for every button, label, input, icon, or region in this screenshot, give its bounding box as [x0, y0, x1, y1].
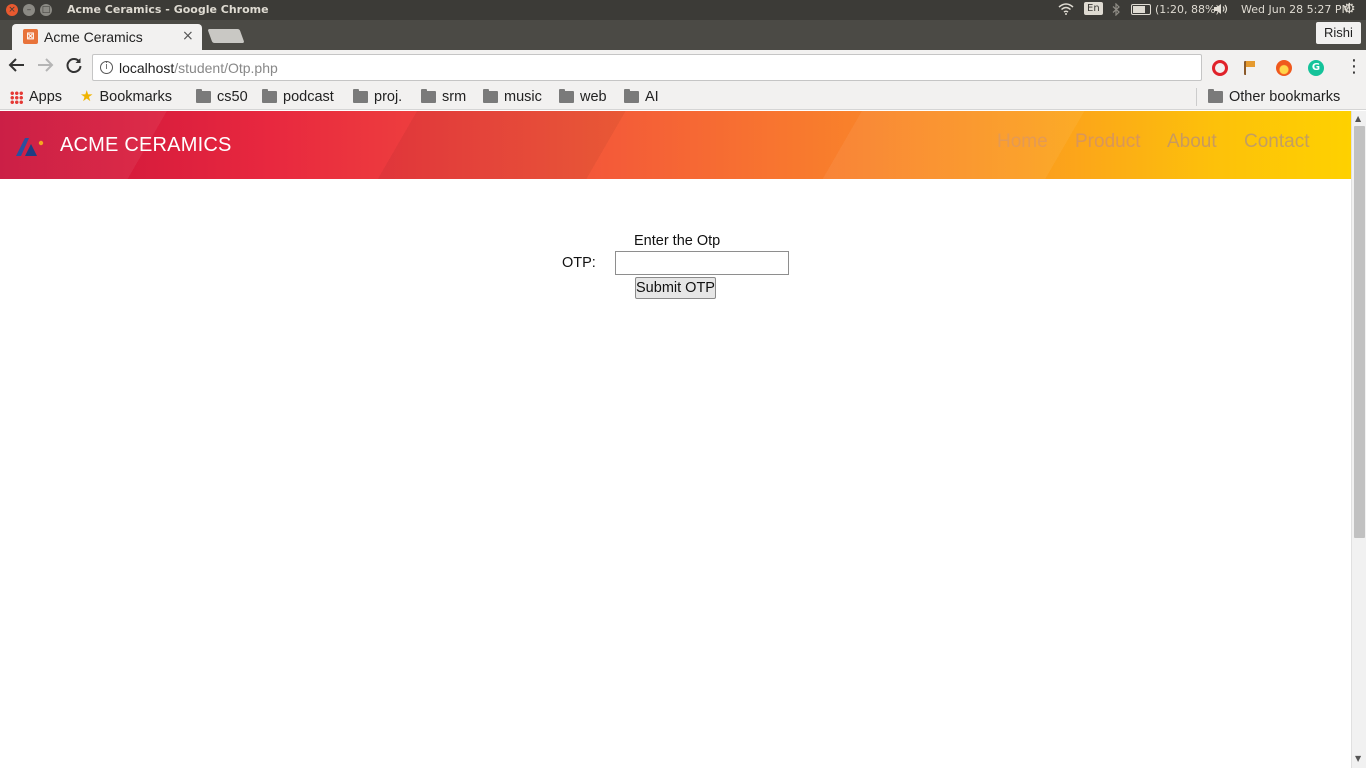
os-top-bar: × – □ Acme Ceramics - Google Chrome En (…	[0, 0, 1366, 20]
browser-toolbar: i localhost/student/Otp.php G ⋮	[0, 50, 1366, 85]
bookmarks-divider	[1196, 88, 1197, 106]
otp-heading: Enter the Otp	[634, 233, 721, 249]
grammarly-extension-icon[interactable]: G	[1308, 60, 1324, 76]
tab-strip: ⊠ Acme Ceramics × Rishi	[0, 20, 1366, 50]
arrow-right-icon[interactable]	[36, 56, 54, 79]
url-host: localhost	[119, 60, 175, 76]
close-icon[interactable]: ×	[182, 28, 194, 44]
folder-icon	[1208, 89, 1223, 104]
folder-icon	[353, 89, 368, 104]
scroll-up-icon[interactable]: ▲	[1355, 114, 1361, 123]
folder-icon	[421, 89, 436, 104]
fire-extension-icon[interactable]	[1276, 60, 1292, 76]
folder-icon	[624, 89, 639, 104]
tab-acme-ceramics[interactable]: ⊠ Acme Ceramics ×	[12, 24, 202, 50]
folder-icon	[559, 89, 574, 104]
clock[interactable]: Wed Jun 28 5:27 PM	[1241, 3, 1351, 16]
otp-input[interactable]	[615, 251, 789, 275]
tab-title: Acme Ceramics	[44, 29, 143, 45]
reload-icon[interactable]	[65, 56, 83, 79]
profile-button[interactable]: Rishi	[1316, 22, 1361, 44]
battery-icon[interactable]	[1131, 4, 1151, 15]
nav-link-home[interactable]: Home	[997, 131, 1048, 153]
url-path: /student/Otp.php	[174, 60, 278, 76]
arrow-left-icon[interactable]	[8, 56, 26, 79]
nav-link-contact[interactable]: Contact	[1244, 131, 1309, 153]
info-icon[interactable]: i	[100, 61, 113, 74]
bookmark-folder-proj[interactable]: proj.	[353, 87, 402, 107]
bookmark-label: AI	[645, 89, 659, 105]
bluetooth-icon[interactable]	[1112, 2, 1120, 19]
bookmark-folder-srm[interactable]: srm	[421, 87, 466, 107]
minimize-icon: –	[26, 5, 32, 15]
bookmark-label: Other bookmarks	[1229, 89, 1341, 105]
bookmark-label: Bookmarks	[99, 89, 172, 105]
new-tab-button[interactable]	[207, 29, 245, 43]
scrollbar-thumb[interactable]	[1354, 126, 1365, 538]
bookmark-other[interactable]: Other bookmarks	[1208, 87, 1340, 107]
page-scrollbar[interactable]: ▲ ▼	[1351, 111, 1366, 768]
site-header: ACME CERAMICS Home Product About Contact	[0, 111, 1351, 179]
page-viewport: ACME CERAMICS Home Product About Contact…	[0, 111, 1351, 768]
nav-link-product[interactable]: Product	[1075, 131, 1140, 153]
maximize-icon: □	[41, 5, 51, 15]
wifi-icon[interactable]	[1058, 3, 1074, 18]
nav-link-about[interactable]: About	[1167, 131, 1217, 153]
star-icon: ★	[80, 88, 94, 106]
submit-otp-button[interactable]: Submit OTP	[635, 277, 716, 299]
url-text: localhost/student/Otp.php	[119, 60, 278, 76]
volume-icon[interactable]	[1213, 3, 1229, 18]
close-icon: ×	[8, 5, 16, 15]
bookmark-label: srm	[442, 89, 467, 105]
bookmark-bookmarks[interactable]: ★ Bookmarks	[80, 87, 172, 107]
bookmark-label: Apps	[29, 89, 63, 105]
window-minimize-button[interactable]: –	[23, 4, 35, 16]
gear-icon[interactable]: ⚙	[1343, 1, 1356, 17]
window-close-button[interactable]: ×	[6, 4, 18, 16]
bookmark-label: podcast	[283, 89, 334, 105]
flag-extension-icon[interactable]	[1244, 61, 1256, 75]
bookmark-label: music	[504, 89, 542, 105]
bookmark-folder-web[interactable]: web	[559, 87, 607, 107]
bookmark-label: proj.	[374, 89, 403, 105]
otp-label: OTP:	[562, 255, 596, 271]
three-dots-icon[interactable]: ⋮	[1345, 56, 1363, 77]
folder-icon	[196, 89, 211, 104]
scroll-down-icon[interactable]: ▼	[1355, 754, 1361, 763]
apps-icon	[10, 90, 23, 104]
window-maximize-button[interactable]: □	[40, 4, 52, 16]
keyboard-language-indicator[interactable]: En	[1084, 2, 1103, 15]
bookmark-label: web	[580, 89, 607, 105]
bookmark-folder-cs50[interactable]: cs50	[196, 87, 248, 107]
bookmark-folder-ai[interactable]: AI	[624, 87, 659, 107]
opera-extension-icon[interactable]	[1212, 60, 1228, 76]
folder-icon	[262, 89, 277, 104]
bookmarks-bar: Apps ★ Bookmarks cs50 podcast proj. srm m…	[0, 85, 1366, 110]
address-bar[interactable]: i localhost/student/Otp.php	[92, 54, 1202, 81]
folder-icon	[483, 89, 498, 104]
bookmark-folder-podcast[interactable]: podcast	[262, 87, 334, 107]
bookmark-folder-music[interactable]: music	[483, 87, 542, 107]
site-brand[interactable]: ACME CERAMICS	[60, 134, 232, 157]
battery-status: (1:20, 88%)	[1155, 3, 1220, 16]
bookmark-label: cs50	[217, 89, 248, 105]
favicon-icon: ⊠	[23, 29, 38, 44]
bookmark-apps[interactable]: Apps	[10, 87, 62, 107]
window-title: Acme Ceramics - Google Chrome	[67, 3, 269, 16]
logo-icon[interactable]	[16, 136, 44, 156]
